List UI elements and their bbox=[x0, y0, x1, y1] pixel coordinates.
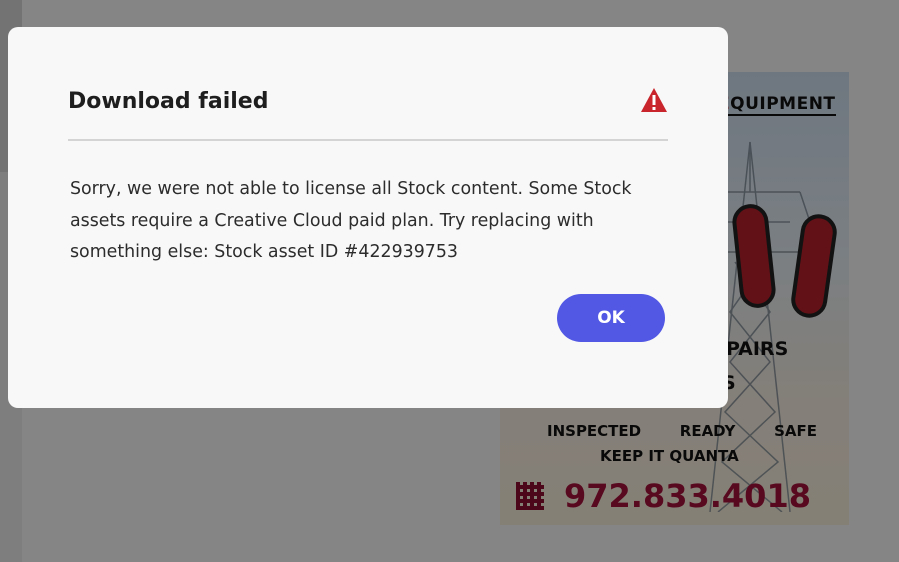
download-failed-dialog: Download failed Sorry, we were not able … bbox=[8, 27, 728, 408]
dialog-message: Sorry, we were not able to license all S… bbox=[70, 179, 632, 262]
alert-triangle-icon bbox=[641, 88, 667, 112]
title-divider bbox=[68, 139, 668, 141]
ok-button[interactable]: OK bbox=[557, 294, 665, 342]
dialog-title: Download failed bbox=[68, 89, 269, 114]
